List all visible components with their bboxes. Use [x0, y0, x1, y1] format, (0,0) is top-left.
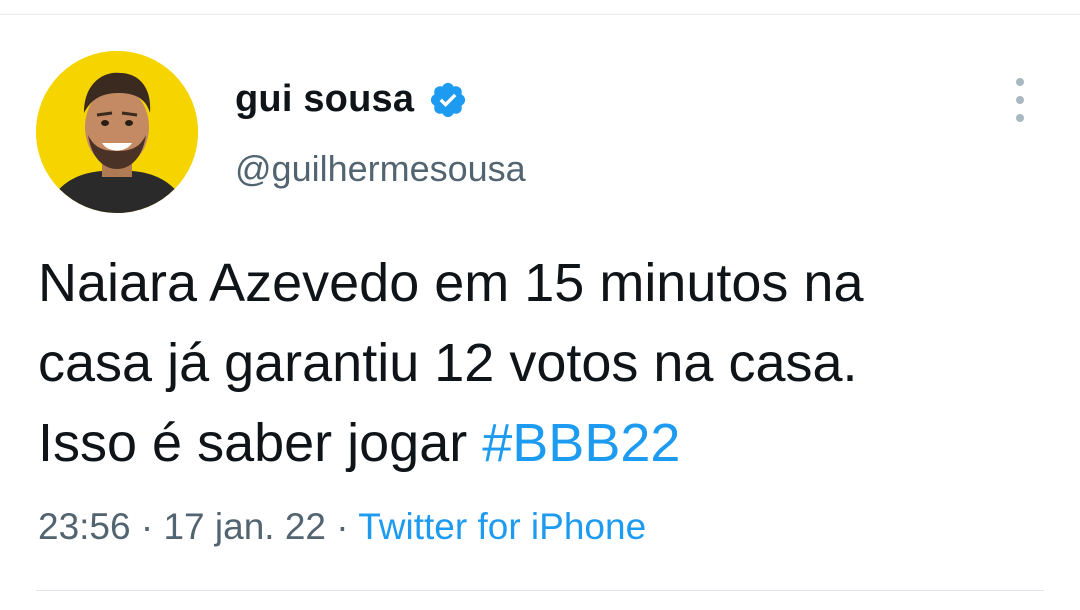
avatar-photo: [36, 51, 198, 213]
tweet-date[interactable]: 17 jan. 22: [163, 506, 326, 547]
more-options-button[interactable]: [1004, 78, 1036, 122]
author-handle[interactable]: @guilhermesousa: [235, 148, 526, 190]
tweet-line: Naiara Azevedo em 15 minutos na: [38, 253, 864, 313]
hashtag-link[interactable]: #BBB22: [482, 413, 680, 473]
tweet-time[interactable]: 23:56: [38, 506, 131, 547]
tweet-line: casa já garantiu 12 votos na casa.: [38, 333, 858, 393]
more-vertical-icon-dot: [1016, 114, 1024, 122]
top-divider: [0, 14, 1080, 15]
author-display-name[interactable]: gui sousa: [235, 78, 414, 121]
tweet-line-last: Isso é saber jogar #BBB22: [38, 403, 1048, 483]
meta-separator: ·: [326, 506, 359, 547]
verified-badge-icon: [428, 80, 468, 120]
avatar[interactable]: [36, 51, 198, 213]
author-name[interactable]: gui sousa: [235, 78, 468, 121]
tweet-line-text: Isso é saber jogar: [38, 413, 468, 473]
more-vertical-icon: [1016, 78, 1024, 86]
tweet-text: Naiara Azevedo em 15 minutos na casa já …: [38, 243, 1048, 483]
more-vertical-icon-dot: [1016, 96, 1024, 104]
tweet-meta: 23:56 · 17 jan. 22 · Twitter for iPhone: [38, 506, 646, 548]
bottom-divider: [36, 590, 1044, 591]
tweet-source-link[interactable]: Twitter for iPhone: [358, 506, 646, 547]
meta-separator: ·: [130, 506, 164, 547]
